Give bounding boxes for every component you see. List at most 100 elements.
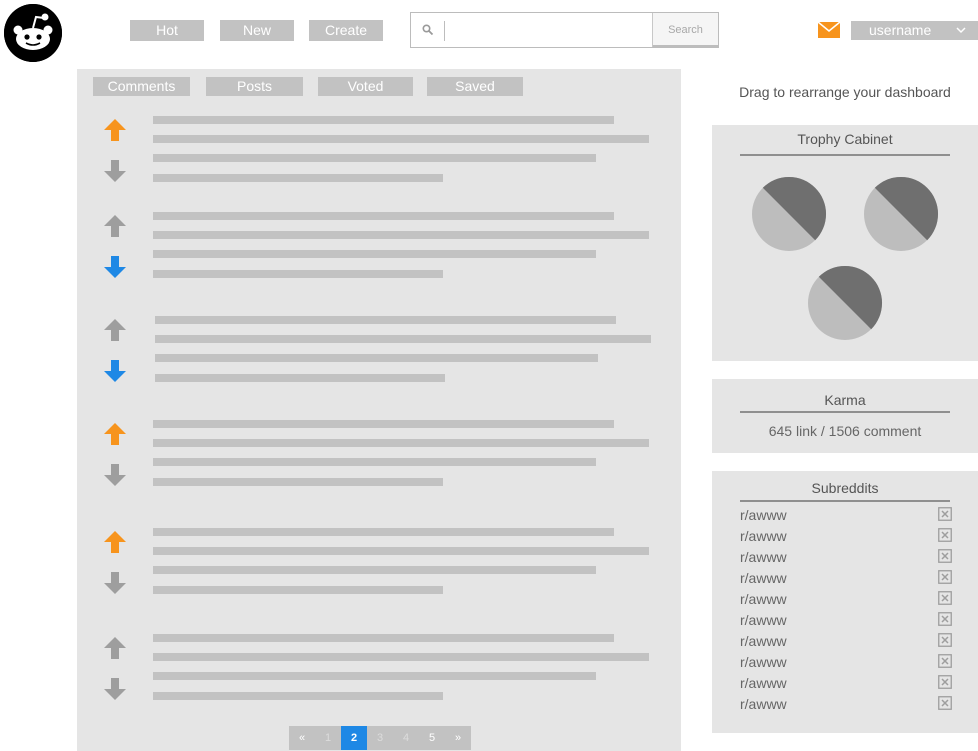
voted-item — [77, 313, 681, 403]
remove-icon[interactable] — [938, 507, 952, 521]
page-button-3[interactable]: 3 — [367, 726, 393, 750]
search-icon — [422, 24, 434, 36]
trophy-icon[interactable] — [751, 176, 827, 252]
content-placeholder-line — [153, 174, 443, 182]
subreddits-card[interactable]: Subreddits r/awww r/awww r/awww r/awww r/aww… — [712, 471, 978, 733]
content-placeholder-line — [153, 212, 614, 220]
subreddit-row[interactable]: r/awww — [740, 505, 952, 525]
username-label: username — [869, 22, 932, 38]
upvote-arrow-icon[interactable] — [103, 422, 127, 446]
drag-hint: Drag to rearrange your dashboard — [739, 84, 951, 100]
voted-item — [77, 113, 681, 203]
content-placeholder-line — [153, 154, 596, 162]
content-placeholder-line — [153, 653, 649, 661]
upvote-arrow-icon[interactable] — [103, 118, 127, 142]
subreddit-row[interactable]: r/awww — [740, 694, 952, 714]
upvote-arrow-icon[interactable] — [103, 530, 127, 554]
page-button-4[interactable]: 4 — [393, 726, 419, 750]
upvote-arrow-icon[interactable] — [103, 318, 127, 342]
voted-item — [77, 631, 681, 721]
mail-icon[interactable] — [818, 22, 840, 38]
karma-value: 645 link / 1506 comment — [768, 423, 922, 439]
content-placeholder-line — [153, 586, 443, 594]
subreddit-name[interactable]: r/awww — [740, 654, 787, 670]
subreddit-name[interactable]: r/awww — [740, 675, 787, 691]
page-button-2[interactable]: 2 — [341, 726, 367, 750]
tab-voted[interactable]: Voted — [318, 77, 413, 96]
subreddit-name[interactable]: r/awww — [740, 528, 787, 544]
remove-icon[interactable] — [938, 528, 952, 542]
content-placeholder-line — [153, 116, 614, 124]
chevron-down-icon — [956, 27, 966, 34]
content-placeholder-line — [153, 692, 443, 700]
search-bar: Search — [410, 12, 719, 48]
remove-icon[interactable] — [938, 612, 952, 626]
title-divider — [740, 411, 950, 413]
subreddit-row[interactable]: r/awww — [740, 673, 952, 693]
content-placeholder-line — [155, 316, 616, 324]
title-divider — [740, 500, 950, 502]
content-placeholder-line — [155, 354, 598, 362]
karma-card[interactable]: Karma 645 link / 1506 comment — [712, 379, 978, 453]
search-input[interactable] — [447, 17, 647, 43]
content-placeholder-line — [153, 135, 649, 143]
subreddit-row[interactable]: r/awww — [740, 589, 952, 609]
content-placeholder-line — [153, 528, 614, 536]
subreddit-row[interactable]: r/awww — [740, 652, 952, 672]
search-divider — [444, 21, 445, 41]
subreddit-name[interactable]: r/awww — [740, 549, 787, 565]
trophy-icon[interactable] — [807, 265, 883, 341]
tab-comments[interactable]: Comments — [93, 77, 190, 96]
remove-icon[interactable] — [938, 633, 952, 647]
subreddit-name[interactable]: r/awww — [740, 507, 787, 523]
content-placeholder-line — [153, 439, 649, 447]
downvote-arrow-icon[interactable] — [103, 463, 127, 487]
tab-saved[interactable]: Saved — [427, 77, 523, 96]
page-button-1[interactable]: 1 — [315, 726, 341, 750]
remove-icon[interactable] — [938, 654, 952, 668]
downvote-arrow-icon[interactable] — [103, 159, 127, 183]
subreddit-row[interactable]: r/awww — [740, 568, 952, 588]
content-placeholder-line — [153, 566, 596, 574]
content-placeholder-line — [153, 478, 443, 486]
subreddit-name[interactable]: r/awww — [740, 591, 787, 607]
subreddit-row[interactable]: r/awww — [740, 547, 952, 567]
downvote-arrow-icon[interactable] — [103, 359, 127, 383]
subreddit-name[interactable]: r/awww — [740, 696, 787, 712]
downvote-arrow-icon[interactable] — [103, 677, 127, 701]
user-menu[interactable]: username — [851, 21, 978, 40]
upvote-arrow-icon[interactable] — [103, 636, 127, 660]
upvote-arrow-icon[interactable] — [103, 214, 127, 238]
tab-posts[interactable]: Posts — [206, 77, 303, 96]
content-placeholder-line — [153, 634, 614, 642]
content-placeholder-line — [153, 231, 649, 239]
karma-title: Karma — [824, 392, 866, 408]
new-button[interactable]: New — [220, 20, 294, 41]
subreddit-name[interactable]: r/awww — [740, 570, 787, 586]
first-page-button[interactable]: « — [289, 726, 315, 750]
subreddit-row[interactable]: r/awww — [740, 526, 952, 546]
trophy-icon[interactable] — [863, 176, 939, 252]
subreddit-row[interactable]: r/awww — [740, 610, 952, 630]
last-page-button[interactable]: » — [445, 726, 471, 750]
remove-icon[interactable] — [938, 675, 952, 689]
remove-icon[interactable] — [938, 570, 952, 584]
subreddit-row[interactable]: r/awww — [740, 631, 952, 651]
hot-button[interactable]: Hot — [130, 20, 204, 41]
remove-icon[interactable] — [938, 591, 952, 605]
subreddit-name[interactable]: r/awww — [740, 633, 787, 649]
page-button-5[interactable]: 5 — [419, 726, 445, 750]
pagination: « 1 2 3 4 5 » — [289, 726, 471, 750]
search-button[interactable]: Search — [652, 13, 718, 47]
content-placeholder-line — [153, 547, 649, 555]
downvote-arrow-icon[interactable] — [103, 255, 127, 279]
downvote-arrow-icon[interactable] — [103, 571, 127, 595]
subreddit-name[interactable]: r/awww — [740, 612, 787, 628]
trophy-cabinet-card[interactable]: Trophy Cabinet — [712, 125, 978, 361]
content-placeholder-line — [153, 458, 596, 466]
remove-icon[interactable] — [938, 549, 952, 563]
create-button[interactable]: Create — [309, 20, 383, 41]
remove-icon[interactable] — [938, 696, 952, 710]
activity-panel: Comments Posts Voted Saved « 1 2 3 4 5 » — [77, 69, 681, 751]
reddit-logo[interactable] — [4, 4, 62, 62]
